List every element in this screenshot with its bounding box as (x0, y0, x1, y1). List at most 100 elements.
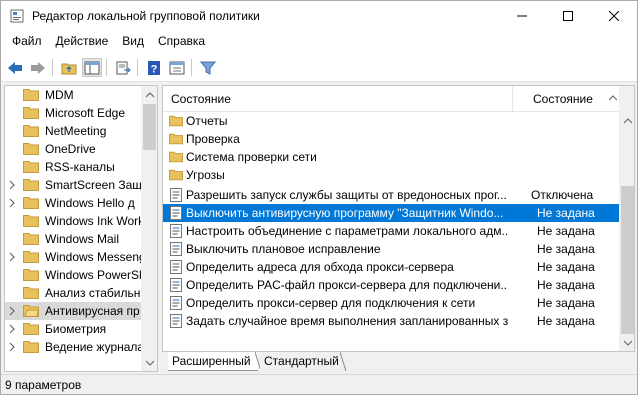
column-header-state[interactable]: Состояние (533, 92, 593, 106)
setting-icon (170, 188, 182, 202)
list-item-name: Задать случайное время выполнения заплан… (186, 314, 508, 328)
menu-file[interactable]: Файл (5, 31, 49, 53)
list-item-folder[interactable]: Отчеты (163, 112, 619, 130)
folder-icon (23, 323, 39, 335)
tree-item[interactable]: Windows Hello д (5, 194, 141, 212)
help-icon: ? (148, 60, 160, 75)
tree-item-label: Ведение журнала (45, 340, 145, 354)
maximize-button[interactable] (545, 1, 591, 31)
tree-item[interactable]: Ведение журнала (5, 338, 145, 356)
forward-button[interactable] (28, 58, 48, 77)
export-list-button[interactable] (113, 58, 133, 77)
tree-item[interactable]: Microsoft Edge (5, 104, 141, 122)
folder-icon (23, 287, 39, 299)
export-list-icon (116, 61, 131, 74)
setting-icon (170, 224, 182, 238)
tree-item-label: Анализ стабильн (45, 286, 141, 300)
up-folder-button[interactable] (59, 58, 79, 77)
menu-action[interactable]: Действие (49, 31, 116, 53)
filter-button[interactable] (198, 58, 218, 77)
list-item-name: Определить PAC-файл прокси-сервера для п… (186, 278, 508, 292)
list-item-setting[interactable]: Определить PAC-файл прокси-сервера для п… (163, 276, 619, 294)
tree-item[interactable]: Windows Ink Work (5, 212, 145, 230)
chevron-right-icon[interactable] (8, 305, 16, 317)
folder-icon (23, 197, 39, 209)
tree-item[interactable]: Биометрия (5, 320, 141, 338)
scroll-up-button[interactable] (141, 86, 157, 103)
maximize-icon (563, 11, 573, 21)
toolbar-separator (137, 59, 138, 76)
tree-item[interactable]: MDM (5, 86, 141, 104)
tree-item[interactable]: Windows Mail (5, 230, 141, 248)
tree-item-label: Windows PowerSh (45, 268, 146, 282)
tree-item-label: MDM (45, 88, 74, 102)
list-item-state: Не задана (537, 314, 595, 328)
tree-item-label: Windows Hello д (45, 196, 135, 210)
back-button[interactable] (5, 58, 25, 77)
tree-item-selected[interactable]: Антивирусная пр (5, 302, 141, 320)
setting-icon (170, 314, 182, 328)
tab-standard[interactable]: Стандартный (260, 352, 344, 371)
list-item-setting[interactable]: Настроить объединение с параметрами лока… (163, 222, 619, 240)
tree-item-label: Microsoft Edge (45, 106, 126, 120)
tree-item-label: SmartScreen Защи (45, 178, 149, 192)
list-scrollbar[interactable] (619, 86, 634, 351)
svg-text:?: ? (151, 63, 158, 75)
show-hide-tree-button[interactable] (82, 58, 102, 77)
chevron-right-icon[interactable] (8, 341, 16, 353)
setting-icon (170, 242, 182, 256)
menu-bar: Файл Действие Вид Справка (1, 31, 637, 53)
close-button[interactable] (591, 1, 637, 31)
folder-icon (169, 115, 183, 127)
list-item-folder[interactable]: Угрозы (163, 166, 619, 184)
chevron-up-icon (623, 117, 632, 123)
help-button[interactable]: ? (144, 58, 164, 77)
list-scroll-thumb[interactable] (621, 186, 634, 334)
folder-icon (23, 89, 39, 101)
list-item-name: Настроить объединение с параметрами лока… (186, 224, 508, 238)
properties-icon (169, 61, 185, 74)
list-item-name: Определить прокси-сервер для подключения… (186, 296, 476, 310)
status-text: 9 параметров (5, 378, 82, 392)
tree-item[interactable]: OneDrive (5, 140, 141, 158)
list-item-setting[interactable]: Определить прокси-сервер для подключения… (163, 294, 619, 312)
setting-icon (170, 278, 182, 292)
chevron-right-icon[interactable] (8, 179, 16, 191)
properties-button[interactable] (167, 58, 187, 77)
tree-item[interactable]: Анализ стабильн (5, 284, 141, 302)
open-folder-icon (23, 305, 39, 317)
tree-scrollbar[interactable] (141, 86, 157, 371)
list-item-setting[interactable]: Определить адреса для обхода прокси-серв… (163, 258, 619, 276)
list-item-setting[interactable]: Выключить плановое исправление Не задана (163, 240, 619, 258)
tree-item[interactable]: Windows Messeng (5, 248, 146, 266)
scroll-up-button[interactable] (619, 112, 634, 129)
chevron-right-icon[interactable] (8, 197, 16, 209)
toolbar: ? (1, 53, 637, 82)
tree-item[interactable]: Windows PowerSh (5, 266, 146, 284)
tree-scroll-thumb[interactable] (143, 104, 156, 150)
tree-item[interactable]: RSS-каналы (5, 158, 141, 176)
folder-icon (169, 169, 183, 181)
tab-extended[interactable]: Расширенный (168, 352, 258, 371)
list-item-setting[interactable]: Задать случайное время выполнения заплан… (163, 312, 619, 330)
chevron-right-icon[interactable] (8, 323, 16, 335)
menu-view[interactable]: Вид (115, 31, 151, 53)
list-item-folder[interactable]: Система проверки сети (163, 148, 619, 166)
scroll-down-button[interactable] (141, 354, 157, 371)
list-item-setting-selected[interactable]: Выключить антивирусную программу "Защитн… (163, 204, 619, 222)
list-item-folder[interactable]: Проверка (163, 130, 619, 148)
setting-icon (170, 296, 182, 310)
menu-help[interactable]: Справка (151, 31, 212, 53)
tree-item[interactable]: SmartScreen Защи (5, 176, 149, 194)
tree-item[interactable]: NetMeeting (5, 122, 141, 140)
column-divider[interactable] (512, 86, 513, 112)
minimize-button[interactable] (499, 1, 545, 31)
tree-item-label: Windows Ink Work (45, 214, 145, 228)
show-hide-tree-icon (84, 61, 100, 74)
list-item-name: Выключить антивирусную программу "Защитн… (186, 206, 504, 220)
column-header-name[interactable]: Состояние (171, 92, 231, 106)
list-item-setting[interactable]: Разрешить запуск службы защиты от вредон… (163, 186, 619, 204)
chevron-right-icon[interactable] (8, 251, 16, 263)
folder-icon (23, 251, 39, 263)
scroll-down-button[interactable] (619, 334, 634, 351)
